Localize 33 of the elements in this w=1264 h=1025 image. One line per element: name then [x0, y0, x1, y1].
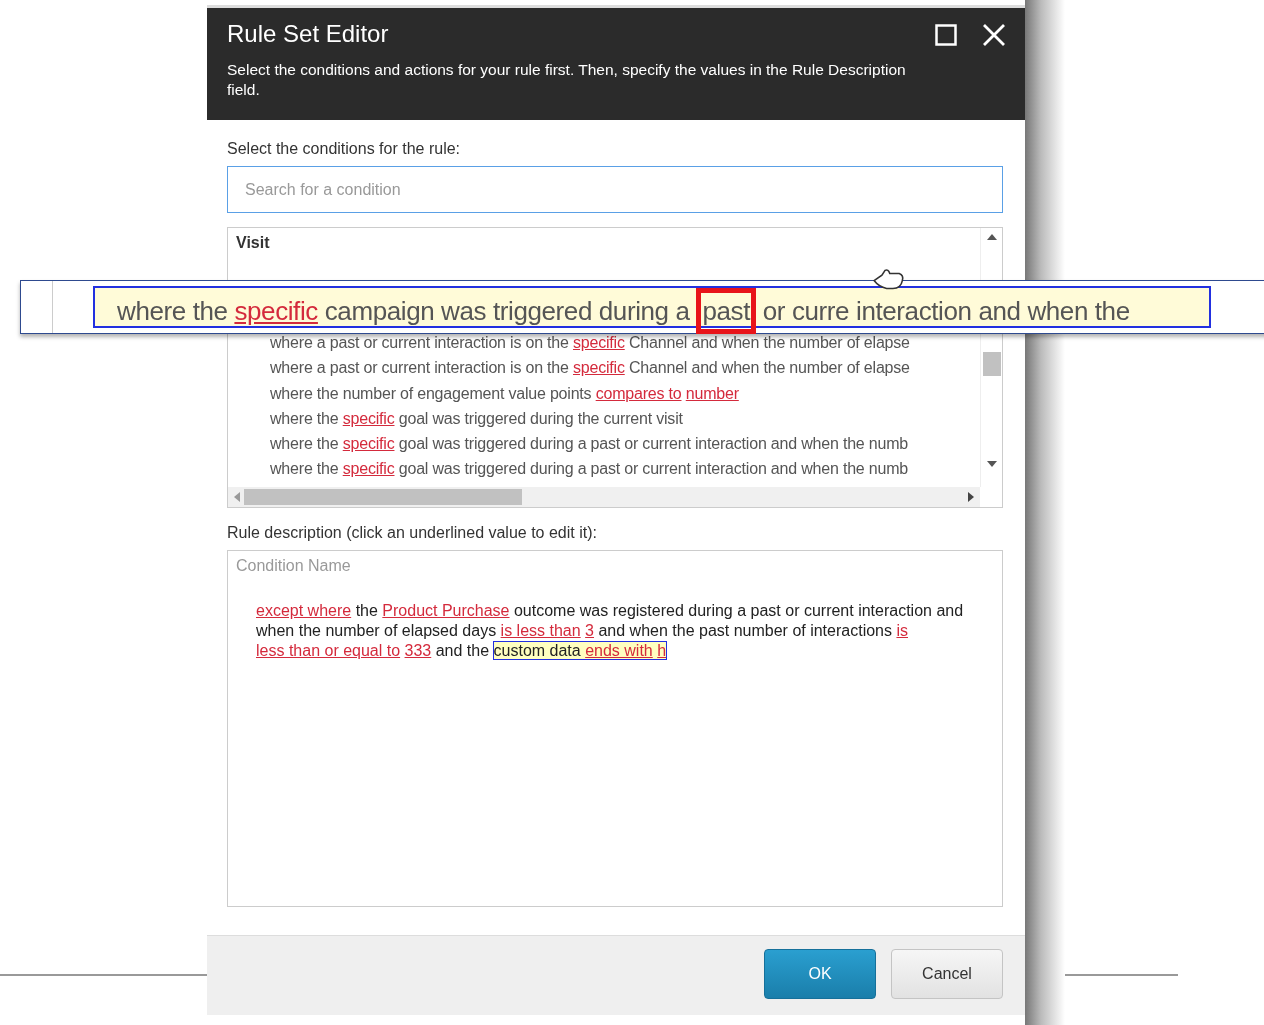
group-heading: Visit	[236, 234, 271, 253]
value-link[interactable]: except where	[256, 602, 352, 619]
conditions-label: Select the conditions for the rule:	[227, 140, 462, 158]
value-link[interactable]: is	[896, 622, 908, 639]
highlighted-word: past	[696, 288, 756, 334]
value-link[interactable]: 333	[404, 642, 432, 659]
value-link[interactable]: specific	[573, 334, 625, 351]
value-link[interactable]: h	[657, 642, 667, 659]
rule-text: except where the Product Purchase outcome was registered during a past or current interaction and when the number of elapsed days is less than 3 and when the past number of interactions is less than or equal to 333 and the custom data ends with h	[256, 601, 965, 661]
window-subtitle: Select the conditions and actions for your rule first. Then, specify the values in the Rule Description field.	[227, 60, 907, 100]
condition-item[interactable]: where the specific goal was triggered during a past or current interaction and when the numb	[236, 431, 980, 457]
value-link[interactable]: specific	[573, 359, 625, 377]
condition-item[interactable]: where the number of engagement value points compares to number	[236, 380, 980, 406]
value-link[interactable]: specific	[342, 460, 395, 478]
condition-item[interactable]: where the specific goal was triggered during the current visit	[236, 405, 980, 432]
condition-name: Condition Name	[236, 557, 352, 575]
cancel-button[interactable]: Cancel	[891, 949, 1003, 999]
value-link[interactable]: ends with	[585, 642, 653, 659]
search-field[interactable]: Search for a condition	[227, 166, 1003, 213]
description-label: Rule description (click an underlined value to edit it):	[227, 524, 598, 542]
ok-button[interactable]: OK	[764, 949, 876, 999]
value-link[interactable]: specific	[234, 296, 318, 326]
value-link[interactable]: specific	[342, 409, 395, 427]
window-title: Rule Set Editor	[227, 20, 390, 48]
value-link[interactable]: compares to	[595, 384, 682, 402]
value-link[interactable]: Product Purchase	[382, 602, 510, 619]
value-link[interactable]: number	[685, 384, 739, 402]
value-link[interactable]: less than or equal to	[256, 642, 401, 659]
condition-item[interactable]: where the specific goal was triggered during a past or current interaction and when the numb	[236, 456, 980, 482]
condition-item[interactable]: where a past or current interaction is on the specific Channel and when the number of elapse	[236, 355, 980, 381]
value-link[interactable]: is less than	[500, 622, 581, 639]
value-link[interactable]: specific	[342, 435, 395, 453]
value-link[interactable]: 3	[585, 622, 594, 639]
